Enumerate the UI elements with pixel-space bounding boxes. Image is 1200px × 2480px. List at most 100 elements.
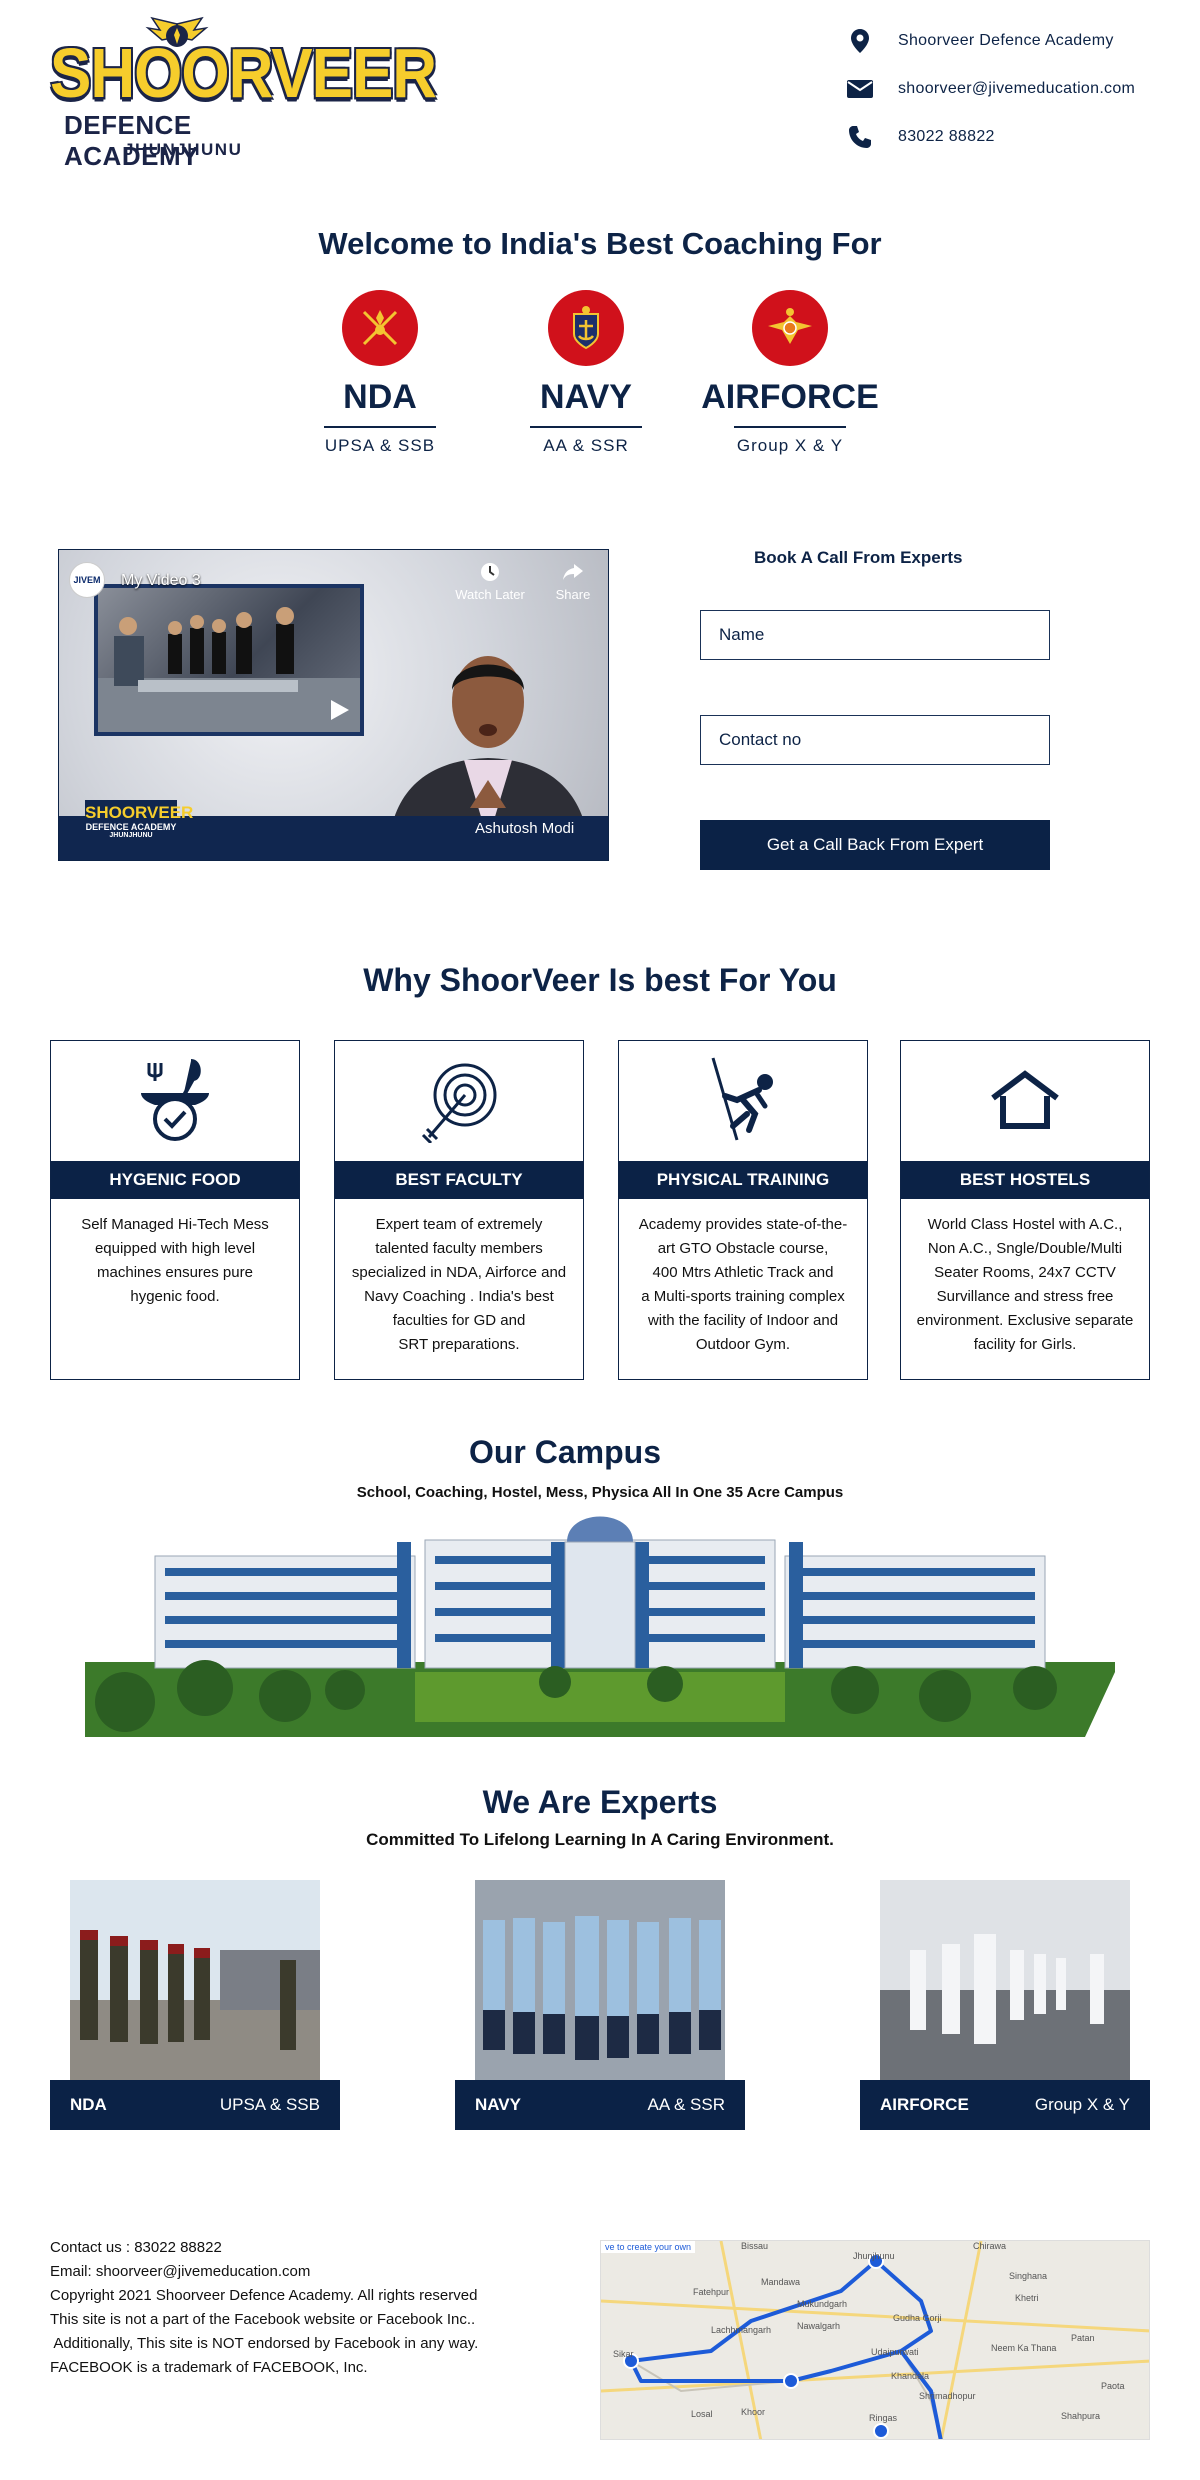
desc-line: specialized in NDA, Airforce and (351, 1264, 567, 1281)
callback-button[interactable]: Get a Call Back From Expert (700, 820, 1050, 870)
desc-line: hygenic food. (130, 1288, 220, 1305)
map-place: Gudha Gorji (893, 2313, 942, 2323)
feature-desc: World Class Hostel with A.C., Non A.C., … (901, 1199, 1149, 1371)
target-icon (421, 1063, 497, 1143)
footer-email[interactable]: Email: shoorveer@jivemeducation.com (50, 2260, 580, 2284)
map-place: Chirawa (973, 2241, 1007, 2251)
expert-card-navy[interactable]: NAVY AA & SSR (455, 1880, 745, 2130)
video-title[interactable]: My Video 3 (121, 572, 201, 590)
branch-nda-sub: UPSA & SSB (324, 436, 436, 455)
feature-title: HYGENIC FOOD (51, 1161, 299, 1199)
channel-name: JIVEM (73, 575, 101, 585)
desc-line: talented faculty members (375, 1240, 543, 1257)
iconbox (335, 1041, 583, 1161)
map-place: Singhana (1009, 2271, 1048, 2281)
contact-address[interactable]: Shoorveer Defence Academy (846, 26, 1176, 56)
expert-name: AIRFORCE (880, 2095, 969, 2114)
expert-bar-nda: NDA UPSA & SSB (50, 2080, 340, 2130)
desc-line: equipped with high level (94, 1240, 256, 1257)
branch-airforce-sub: Group X & Y (736, 436, 844, 455)
footer-disclaimer-3: FACEBOOK is a trademark of FACEBOOK, Inc… (50, 2359, 368, 2376)
desc-line: Outdoor Gym. (695, 1336, 791, 1353)
map-place: Shrimadhopur (919, 2391, 976, 2401)
desc-line: machines ensures pure (97, 1264, 253, 1281)
clock-icon (481, 563, 499, 581)
desc-line: 400 Mtrs Athletic Track and (652, 1264, 834, 1281)
envelope-icon (846, 75, 874, 103)
video-inset-frame (94, 584, 364, 736)
share-label: Share (555, 587, 591, 602)
desc-line: Navy Coaching . India's best (364, 1288, 554, 1305)
desc-line: art GTO Obstacle course, (657, 1240, 829, 1257)
share-icon (563, 564, 583, 580)
contact-field[interactable]: Contact no (700, 715, 1050, 765)
speaker-name: Ashutosh Modi (475, 820, 575, 837)
contact-phone[interactable]: 83022 88822 (846, 122, 1176, 152)
home-icon (991, 1070, 1059, 1129)
watch-later-button[interactable]: Watch Later (445, 562, 535, 602)
map-place: Ringas (869, 2413, 898, 2423)
feature-card-hostel: BEST HOSTELS World Class Hostel with A.C… (900, 1040, 1150, 1380)
branch-nda-name: NDA (343, 378, 417, 416)
desc-line: faculties for GD and (392, 1312, 526, 1329)
feature-title: BEST FACULTY (335, 1161, 583, 1199)
desc-line: a Multi-sports training complex (641, 1288, 845, 1305)
branch-nda[interactable]: NDA UPSA & SSB (290, 290, 470, 456)
inset-logo-line2: JHUNJHUNU (109, 832, 153, 839)
branch-divider (734, 426, 846, 428)
airforce-emblem-icon (752, 290, 828, 366)
contact-email[interactable]: shoorveer@jivemeducation.com (846, 74, 1176, 104)
iconbox (901, 1041, 1149, 1161)
site-logo[interactable]: SHOORVEER DEFENCE ACADEMY JHUNJHUNU (50, 16, 437, 171)
desc-line: World Class Hostel with A.C., (927, 1216, 1123, 1233)
branch-divider (324, 426, 436, 428)
feature-desc: Academy provides state-of-the- art GTO O… (619, 1199, 867, 1371)
navy-emblem-icon (548, 290, 624, 366)
channel-avatar[interactable]: JIVEM (69, 562, 105, 598)
map-place: Mukundgarh (797, 2299, 848, 2309)
desc-line: Non A.C., Sngle/Double/Multi (927, 1240, 1123, 1257)
video-player[interactable]: JIVEM My Video 3 Watch Later Share SHOOR… (58, 549, 609, 861)
map-place: Udaipurwati (871, 2347, 919, 2357)
army-parade-photo (70, 1880, 320, 2080)
footer-disclaimer-2: Additionally, This site is NOT endorsed … (50, 2335, 479, 2352)
feature-card-food: HYGENIC FOOD Self Managed Hi-Tech Mess e… (50, 1040, 300, 1380)
play-icon[interactable] (329, 698, 351, 727)
footer-disclaimer-1: This site is not a part of the Facebook … (50, 2311, 476, 2328)
feature-card-faculty: BEST FACULTY Expert team of extremely ta… (334, 1040, 584, 1380)
expert-card-airforce[interactable]: AIRFORCE Group X & Y (860, 1880, 1150, 2130)
expert-sub: UPSA & SSB (219, 2095, 320, 2114)
branch-navy[interactable]: NAVY AA & SSR (496, 290, 676, 456)
route-map[interactable]: ve to create your own Bissau Jhunjhunu C… (600, 2240, 1150, 2440)
form-title: Book A Call From Experts (754, 548, 963, 567)
map-overlay-label[interactable]: ve to create your own (601, 2241, 696, 2253)
desc-line: facility for Girls. (973, 1336, 1077, 1353)
feature-desc: Self Managed Hi-Tech Mess equipped with … (51, 1199, 299, 1323)
branch-navy-name: NAVY (540, 378, 632, 416)
expert-name: NAVY (475, 2095, 521, 2114)
map-place: Fatehpur (693, 2287, 730, 2297)
desc-line: Expert team of extremely (375, 1216, 543, 1233)
desc-line: with the facility of Indoor and (647, 1312, 839, 1329)
desc-line: Academy provides state-of-the- (638, 1216, 848, 1233)
expert-bar-airforce: AIRFORCE Group X & Y (860, 2080, 1150, 2130)
map-place: Khetri (1015, 2293, 1039, 2303)
video-inset-logo: SHOORVEER DEFENCE ACADEMY JHUNJHUNU (85, 800, 194, 854)
footer-contact: Contact us : 83022 88822 (50, 2239, 222, 2256)
navy-parade-photo (880, 1880, 1130, 2080)
branch-divider (530, 426, 642, 428)
expert-card-nda[interactable]: NDA UPSA & SSB (50, 1880, 340, 2130)
name-field[interactable]: Name (700, 610, 1050, 660)
inset-logo-line1: DEFENCE ACADEMY (85, 822, 177, 832)
expert-name: NDA (70, 2095, 107, 2114)
map-place: Nawalgarh (797, 2321, 841, 2331)
share-button[interactable]: Share (545, 562, 601, 602)
branch-airforce[interactable]: AIRFORCE Group X & Y (700, 290, 880, 456)
feature-title: PHYSICAL TRAINING (619, 1161, 867, 1199)
map-place: Neem Ka Thana (991, 2343, 1057, 2353)
experts-title: We Are Experts (482, 1784, 718, 1820)
inset-logo-word: SHOORVEER (85, 803, 194, 822)
map-place: Mandawa (761, 2277, 801, 2287)
logo-wordmark: SHOORVEER (50, 35, 437, 113)
map-place: Shahpura (1061, 2411, 1101, 2421)
